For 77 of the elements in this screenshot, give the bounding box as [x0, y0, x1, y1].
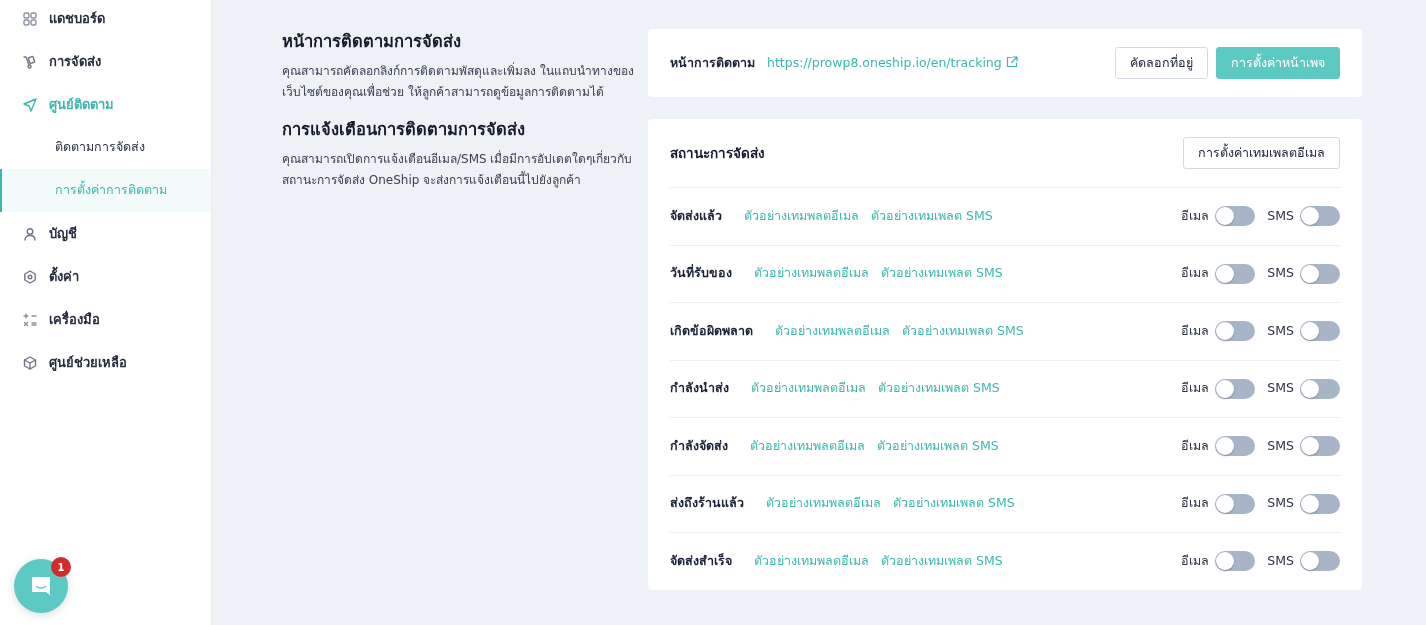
sms-toggle[interactable] — [1300, 493, 1340, 514]
sms-template-link[interactable]: ตัวอย่างเทมเพลต SMS — [893, 494, 1015, 514]
status-name: กำลังจัดส่ง — [670, 436, 728, 455]
grid-icon — [23, 11, 37, 26]
email-template-link[interactable]: ตัวอย่างเทมพลตอีเมล — [754, 551, 869, 571]
section-description: คุณสามารถเปิดการแจ้งเตือนอีเมล/SMS เมื่อมีการอัปเดตใดๆเกี่ยวกับสถานะการจัดส่ง OneShip จะส่งการแจ้งเตือนนี้ไปยังลูกค้า — [282, 149, 634, 190]
sidebar-item[interactable]: การจัดส่ง — [0, 40, 211, 83]
sidebar-item[interactable]: แดชบอร์ด — [0, 0, 211, 40]
status-name: เกิดข้อผิดพลาด — [670, 321, 753, 340]
sms-toggle[interactable] — [1300, 378, 1340, 399]
sidebar-item[interactable]: บัญชี — [0, 212, 211, 255]
copy-address-button[interactable]: คัดลอกที่อยู่ — [1115, 47, 1208, 79]
sms-toggle[interactable] — [1300, 321, 1340, 342]
sms-toggle-label: SMS — [1267, 321, 1294, 340]
email-template-link[interactable]: ตัวอย่างเทมพลตอีเมล — [766, 494, 881, 514]
section-title: หน้าการติดตามการจัดส่ง — [282, 31, 462, 53]
sidebar-item[interactable]: ศูนย์ติดตาม — [0, 83, 211, 126]
email-toggle[interactable] — [1215, 493, 1256, 514]
email-template-link[interactable]: ตัวอย่างเทมพลตอีเมล — [744, 206, 859, 226]
email-template-link[interactable]: ตัวอย่างเทมพลตอีเมล — [751, 379, 866, 399]
sidebar-item[interactable]: ศูนย์ช่วยเหลือ — [0, 341, 211, 384]
email-toggle[interactable] — [1215, 436, 1256, 457]
sms-toggle-label: SMS — [1267, 206, 1294, 225]
box-icon — [23, 355, 37, 370]
sms-toggle-label: SMS — [1267, 379, 1294, 398]
email-toggle-label: อีเมล — [1181, 264, 1210, 283]
external-link-icon — [1005, 55, 1018, 68]
email-template-link[interactable]: ตัวอย่างเทมพลตอีเมล — [750, 436, 865, 456]
email-template-link[interactable]: ตัวอย่างเทมพลตอีเมล — [754, 264, 869, 284]
hand-truck-icon — [23, 54, 37, 69]
sms-toggle-label: SMS — [1267, 264, 1294, 283]
sms-template-link[interactable]: ตัวอย่างเทมเพลต SMS — [881, 551, 1003, 571]
section-description: คุณสามารถคัดลอกลิงก์การติดตามพัสดุและเพิ่มลง ในแถบนำทางของเว็บไซต์ของคุณเพื่อช่วย ให้ลูกค้าสามารถดูข้อมูลการติดตามได้ — [282, 61, 635, 102]
section-title: การแจ้งเตือนการติดตามการจัดส่ง — [282, 119, 526, 141]
email-toggle-label: อีเมล — [1181, 206, 1210, 225]
status-name: วันที่รับของ — [670, 264, 732, 283]
paper-plane-icon — [23, 97, 37, 112]
email-toggle-label: อีเมล — [1181, 494, 1210, 513]
sms-toggle-label: SMS — [1267, 551, 1294, 570]
calculator-icon — [23, 312, 37, 327]
email-toggle-label: อีเมล — [1181, 551, 1210, 570]
tracking-url-link[interactable]: https://prowp8.oneship.io/en/tracking — [767, 53, 1018, 73]
status-card-title: สถานะการจัดส่ง — [670, 143, 765, 163]
sms-toggle[interactable] — [1300, 436, 1340, 457]
sms-toggle[interactable] — [1300, 263, 1340, 284]
sidebar-subitem[interactable]: การตั้งค่าการติดตาม — [0, 169, 211, 212]
sms-template-link[interactable]: ตัวอย่างเทมเพลต SMS — [877, 436, 999, 456]
email-toggle-label: อีเมล — [1181, 436, 1210, 455]
email-toggle-label: อีเมล — [1181, 379, 1210, 398]
sms-toggle[interactable] — [1300, 551, 1340, 572]
gear-icon — [23, 269, 37, 284]
status-name: จัดส่งแล้ว — [670, 206, 722, 225]
sms-toggle-label: SMS — [1267, 494, 1294, 513]
email-toggle[interactable] — [1215, 551, 1256, 572]
email-template-settings-button[interactable]: การตั้งค่าเทมเพลตอีเมล — [1183, 137, 1340, 169]
chat-bubble-icon — [30, 575, 52, 597]
email-toggle[interactable] — [1215, 206, 1256, 227]
status-name: ส่งถึงร้านแล้ว — [670, 494, 744, 513]
sidebar-item[interactable]: เครื่องมือ — [0, 298, 211, 341]
tracking-page-label: หน้าการติดตาม — [670, 53, 755, 72]
sms-template-link[interactable]: ตัวอย่างเทมเพลต SMS — [871, 206, 993, 226]
person-icon — [23, 226, 37, 241]
email-template-link[interactable]: ตัวอย่างเทมพลตอีเมล — [775, 321, 890, 341]
email-toggle[interactable] — [1215, 321, 1256, 342]
sms-template-link[interactable]: ตัวอย่างเทมเพลต SMS — [881, 264, 1003, 284]
status-name: จัดส่งสำเร็จ — [670, 551, 732, 570]
sidebar-subitem[interactable]: ติดตามการจัดส่ง — [0, 126, 211, 169]
email-toggle-label: อีเมล — [1181, 321, 1210, 340]
email-toggle[interactable] — [1215, 378, 1256, 399]
sms-template-link[interactable]: ตัวอย่างเทมเพลต SMS — [878, 379, 1000, 399]
status-name: กำลังนำส่ง — [670, 379, 729, 398]
sms-toggle-label: SMS — [1267, 436, 1294, 455]
page-settings-button[interactable]: การตั้งค่าหน้าเพจ — [1216, 47, 1340, 79]
email-toggle[interactable] — [1215, 263, 1256, 284]
sms-template-link[interactable]: ตัวอย่างเทมเพลต SMS — [902, 321, 1024, 341]
sms-toggle[interactable] — [1300, 206, 1340, 227]
sidebar-item[interactable]: ตั้งค่า — [0, 255, 211, 298]
